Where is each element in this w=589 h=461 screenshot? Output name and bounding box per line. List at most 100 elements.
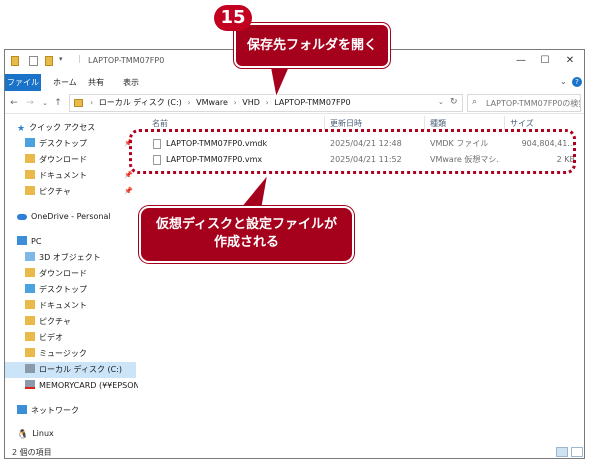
folder-icon <box>11 56 19 66</box>
breadcrumb-item[interactable]: LAPTOP-TMM07FP0 <box>274 98 350 107</box>
minimize-button[interactable]: — <box>509 53 533 69</box>
step-number-badge: 15 <box>214 5 252 31</box>
column-divider[interactable] <box>504 116 505 130</box>
chevron-down-icon[interactable]: ⌄ <box>560 77 567 86</box>
desktop-icon <box>25 138 35 147</box>
pin-icon[interactable]: 📌 <box>124 187 133 195</box>
breadcrumb-item[interactable]: VMware <box>196 98 228 107</box>
nav-label: ローカル ディスク (C:) <box>39 365 123 374</box>
nav-network[interactable]: ネットワーク <box>17 403 79 419</box>
breadcrumb-separator-icon: › <box>233 98 237 107</box>
nav-item-music[interactable]: ミュージック <box>25 346 87 362</box>
back-arrow-icon[interactable]: ← <box>7 95 21 111</box>
documents-folder-icon <box>25 170 35 179</box>
close-button[interactable]: ✕ <box>558 53 582 69</box>
navigation-pane: ★ クイック アクセス デスクトップ 📌 ダウンロード ドキュメント 📌 ピクチャ… <box>5 114 140 444</box>
address-bar[interactable]: › ローカル ディスク (C:) › VMware › VHD › LAPTOP… <box>69 94 463 112</box>
nav-label: ダウンロード <box>39 269 87 278</box>
nav-label: 3D オブジェクト <box>39 253 101 262</box>
search-icon: ⌕ <box>472 97 478 107</box>
column-header-name[interactable]: 名前 <box>152 118 168 129</box>
tab-home[interactable]: ホーム <box>46 74 84 91</box>
properties-icon[interactable] <box>29 56 38 66</box>
nav-label: デスクトップ <box>39 139 87 148</box>
column-header-type[interactable]: 種類 <box>430 118 446 129</box>
nav-label: ドキュメント <box>39 171 87 180</box>
help-icon[interactable]: ? <box>572 77 582 87</box>
nav-item-desktop[interactable]: デスクトップ <box>25 136 87 152</box>
nav-label: ビデオ <box>39 333 63 342</box>
documents-folder-icon <box>25 300 35 309</box>
details-view-icon[interactable] <box>556 447 568 457</box>
nav-item-downloads[interactable]: ダウンロード <box>25 152 87 168</box>
quick-access-dropdown-icon[interactable]: ▾ <box>59 55 63 65</box>
folder-icon <box>74 99 83 107</box>
pictures-folder-icon <box>25 186 35 195</box>
recent-dropdown-icon[interactable]: ⌄ <box>38 95 52 111</box>
nav-label: ネットワーク <box>31 406 79 415</box>
download-folder-icon <box>25 268 35 277</box>
up-arrow-icon[interactable]: ↑ <box>51 95 65 111</box>
nav-item-pictures[interactable]: ピクチャ <box>25 184 71 200</box>
download-folder-icon <box>25 154 35 163</box>
nav-item-videos[interactable]: ビデオ <box>25 330 63 346</box>
nav-pc[interactable]: PC <box>17 234 41 250</box>
nav-quick-access[interactable]: ★ クイック アクセス <box>17 120 95 136</box>
cube-icon <box>25 252 35 261</box>
address-row: ← → ⌄ ↑ › ローカル ディスク (C:) › VMware › VHD … <box>5 92 584 114</box>
nav-item-memorycard[interactable]: MEMORYCARD (¥¥EPSON <box>25 378 140 394</box>
network-icon <box>17 405 27 414</box>
forward-arrow-icon[interactable]: → <box>23 95 37 111</box>
nav-item-local-disk[interactable]: ローカル ディスク (C:) <box>5 362 136 378</box>
tab-share[interactable]: 共有 <box>81 74 111 91</box>
new-folder-icon[interactable] <box>45 56 53 66</box>
breadcrumb-item[interactable]: VHD <box>242 98 260 107</box>
callout-text: 作成される <box>213 235 279 250</box>
nav-label: PC <box>31 237 42 246</box>
nav-label: デスクトップ <box>39 285 87 294</box>
music-folder-icon <box>25 348 35 357</box>
files-highlight-box <box>129 129 576 174</box>
nav-label: ミュージック <box>39 349 87 358</box>
refresh-icon[interactable]: ↻ <box>450 97 458 107</box>
address-dropdown-icon[interactable]: ⌄ <box>438 98 444 106</box>
nav-label: ダウンロード <box>39 155 87 164</box>
column-header-size[interactable]: サイズ <box>510 118 534 129</box>
desktop-icon <box>25 284 35 293</box>
computer-icon <box>17 236 27 245</box>
breadcrumb-separator-icon: › <box>90 98 94 107</box>
nav-linux[interactable]: 🐧 Linux <box>17 426 54 442</box>
callout-text: 保存先フォルダを開く <box>246 38 377 53</box>
item-count: 2 個の項目 <box>12 448 52 457</box>
nav-onedrive[interactable]: OneDrive - Personal <box>17 209 111 225</box>
nav-item-pc-desktop[interactable]: デスクトップ <box>25 282 87 298</box>
callout-text: 仮想ディスクと設定ファイルが <box>155 217 338 232</box>
callout-files-created: 仮想ディスクと設定ファイルが 作成される <box>139 206 354 263</box>
nav-item-pc-pictures[interactable]: ピクチャ <box>25 314 71 330</box>
nav-label: クイック アクセス <box>29 123 96 132</box>
nav-item-documents[interactable]: ドキュメント <box>25 168 87 184</box>
pin-icon[interactable]: 📌 <box>124 171 133 179</box>
nav-item-pc-documents[interactable]: ドキュメント <box>25 298 87 314</box>
status-bar: 2 個の項目 <box>5 444 584 458</box>
column-header-modified[interactable]: 更新日時 <box>330 118 362 129</box>
nav-item-3d-objects[interactable]: 3D オブジェクト <box>25 250 101 266</box>
nav-label: MEMORYCARD (¥¥EPSON <box>39 381 140 390</box>
cloud-icon <box>17 214 27 220</box>
nav-item-pc-downloads[interactable]: ダウンロード <box>25 266 87 282</box>
tab-file[interactable]: ファイル <box>5 74 41 91</box>
column-divider[interactable] <box>324 116 325 130</box>
search-box[interactable]: ⌕ <box>467 94 581 112</box>
callout-open-folder: 保存先フォルダを開く <box>234 23 390 68</box>
maximize-button[interactable]: ☐ <box>533 53 557 69</box>
pictures-folder-icon <box>25 316 35 325</box>
search-input[interactable] <box>486 97 580 110</box>
breadcrumb-item[interactable]: ローカル ディスク (C:) <box>99 98 182 107</box>
linux-penguin-icon: 🐧 <box>17 430 29 440</box>
tab-view[interactable]: 表示 <box>116 74 146 91</box>
ribbon-tabs: ファイル ホーム 共有 表示 ⌄ ? <box>5 72 584 92</box>
nav-label: Linux <box>32 429 54 438</box>
large-icons-view-icon[interactable] <box>571 447 583 457</box>
window-title: LAPTOP-TMM07FP0 <box>88 56 165 65</box>
column-divider[interactable] <box>424 116 425 130</box>
